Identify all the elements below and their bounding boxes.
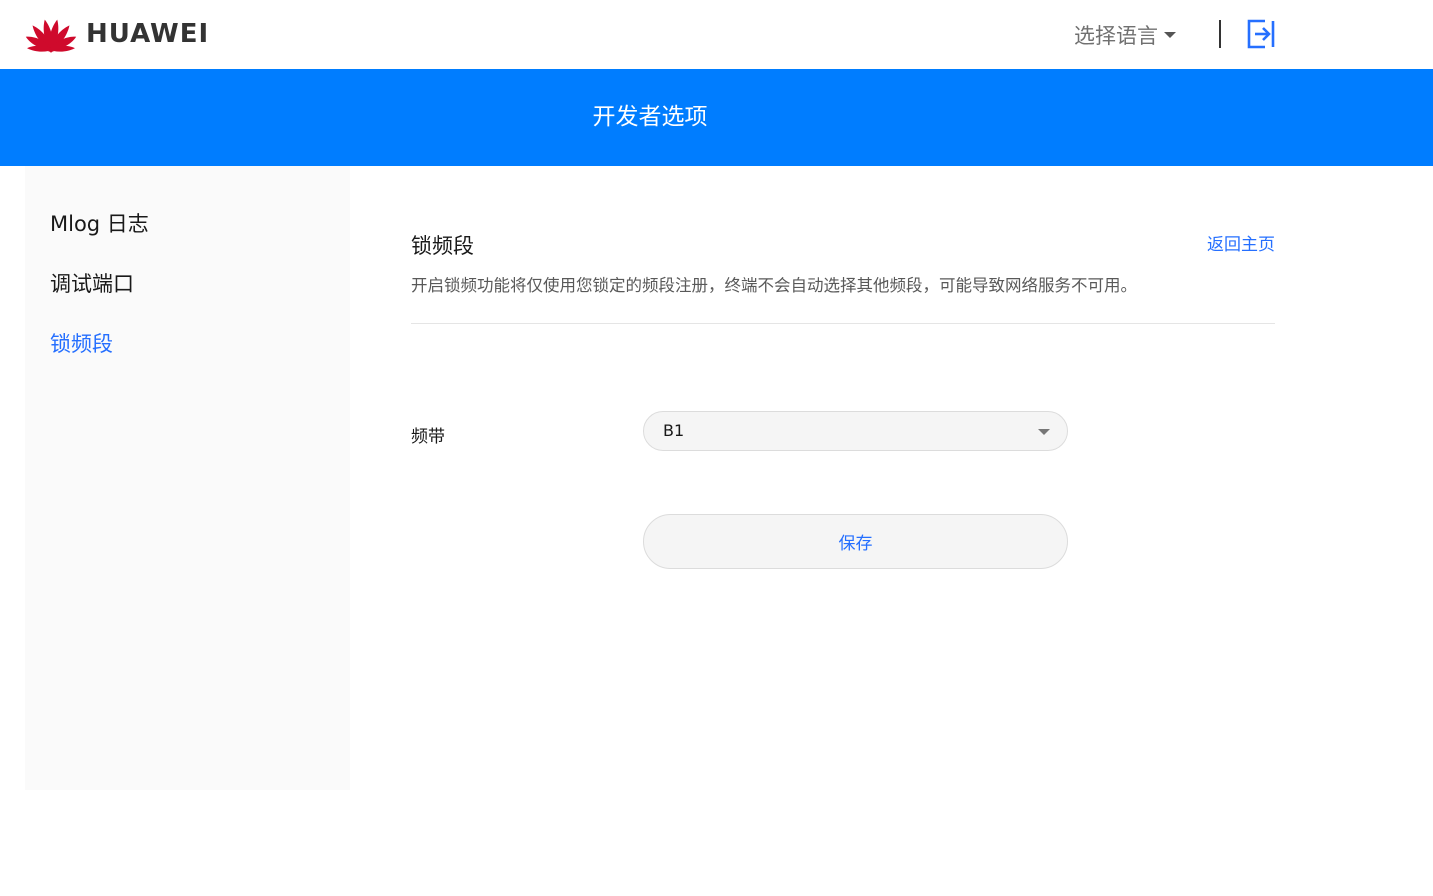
top-bar: HUAWEI 选择语言 bbox=[0, 0, 1433, 69]
main-content: 锁频段 返回主页 开启锁频功能将仅使用您锁定的频段注册，终端不会自动选择其他频段… bbox=[411, 166, 1275, 666]
band-label: 频带 bbox=[411, 427, 445, 447]
brand-name: HUAWEI bbox=[86, 19, 210, 49]
section-divider bbox=[411, 323, 1275, 324]
sidebar-item-band-lock[interactable]: 锁频段 bbox=[50, 328, 113, 358]
huawei-logo[interactable]: HUAWEI bbox=[24, 12, 209, 56]
sidebar-item-debug-port[interactable]: 调试端口 bbox=[50, 268, 134, 298]
chevron-down-icon bbox=[1038, 429, 1050, 435]
sidebar-item-mlog[interactable]: Mlog 日志 bbox=[50, 208, 149, 238]
back-to-home-link[interactable]: 返回主页 bbox=[1207, 230, 1275, 255]
band-select-value: B1 bbox=[663, 421, 685, 440]
huawei-flower-icon bbox=[25, 19, 77, 53]
band-select[interactable]: B1 bbox=[643, 411, 1068, 451]
page-banner: 开发者选项 bbox=[0, 69, 1433, 166]
page-title: 开发者选项 bbox=[592, 104, 708, 130]
logout-button[interactable] bbox=[1245, 18, 1277, 50]
logout-icon bbox=[1247, 19, 1275, 49]
header-divider bbox=[1219, 20, 1221, 48]
save-button[interactable]: 保存 bbox=[643, 514, 1068, 569]
language-selector-label: 选择语言 bbox=[1074, 24, 1158, 48]
section-title: 锁频段 bbox=[411, 234, 474, 258]
language-selector[interactable]: 选择语言 bbox=[1074, 18, 1176, 52]
section-description: 开启锁频功能将仅使用您锁定的频段注册，终端不会自动选择其他频段，可能导致网络服务… bbox=[411, 276, 1137, 295]
chevron-down-icon bbox=[1164, 32, 1176, 38]
sidebar: Mlog 日志 调试端口 锁频段 bbox=[25, 166, 350, 790]
